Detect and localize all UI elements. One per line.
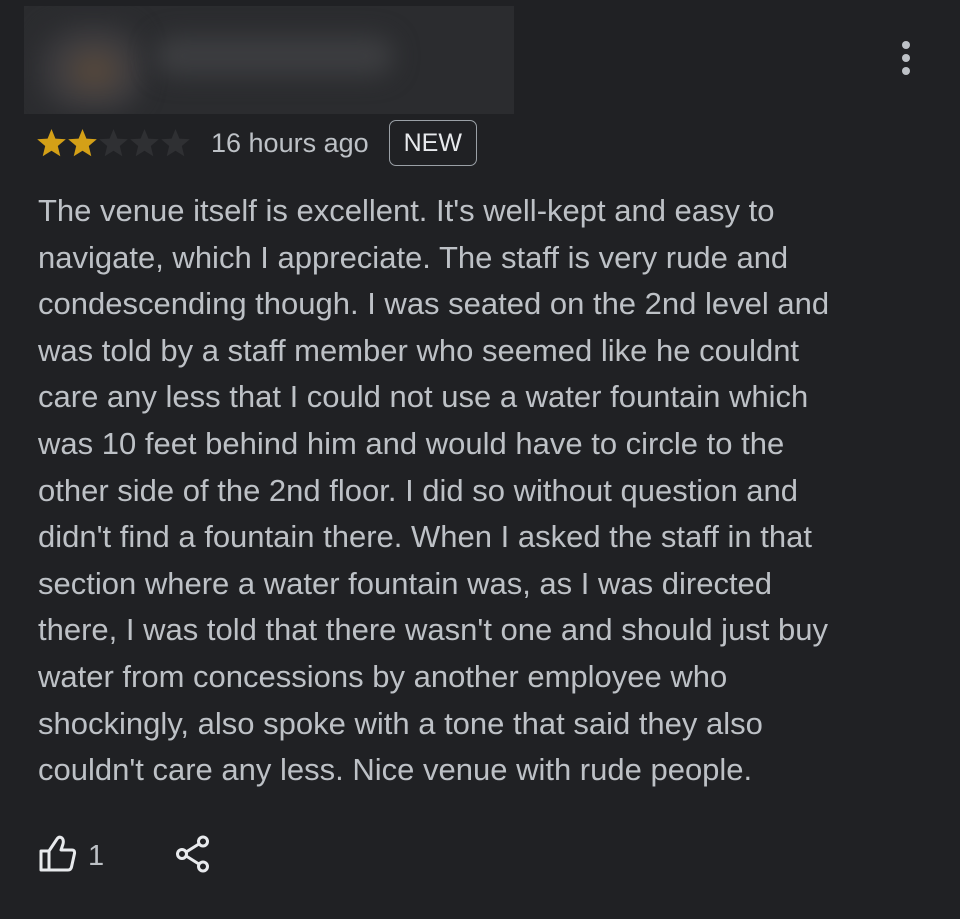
star-filled-icon [68, 129, 97, 157]
review-actions: 1 [36, 828, 212, 884]
like-count: 1 [88, 839, 105, 872]
avatar [34, 20, 144, 112]
review-text: The venue itself is excellent. It's well… [38, 193, 830, 788]
new-badge: NEW [388, 120, 477, 166]
reviewer-header-blurred [24, 6, 514, 114]
star-empty-icon [130, 129, 159, 157]
like-button[interactable]: 1 [36, 834, 104, 879]
share-button[interactable] [174, 834, 212, 879]
thumb-up-icon [36, 834, 78, 879]
share-icon [174, 834, 212, 879]
star-empty-icon [99, 129, 128, 157]
more-vert-icon-dot [902, 67, 910, 75]
review-time: 16 hours ago [211, 127, 369, 158]
more-vert-icon-dot [902, 54, 910, 62]
rating-row: 16 hours ago NEW [36, 118, 477, 168]
star-rating [36, 128, 191, 158]
more-options-button[interactable] [890, 38, 922, 78]
reviewer-name-blurred [154, 36, 394, 76]
more-vert-icon [902, 41, 910, 49]
star-filled-icon [37, 129, 66, 157]
star-empty-icon [161, 129, 190, 157]
